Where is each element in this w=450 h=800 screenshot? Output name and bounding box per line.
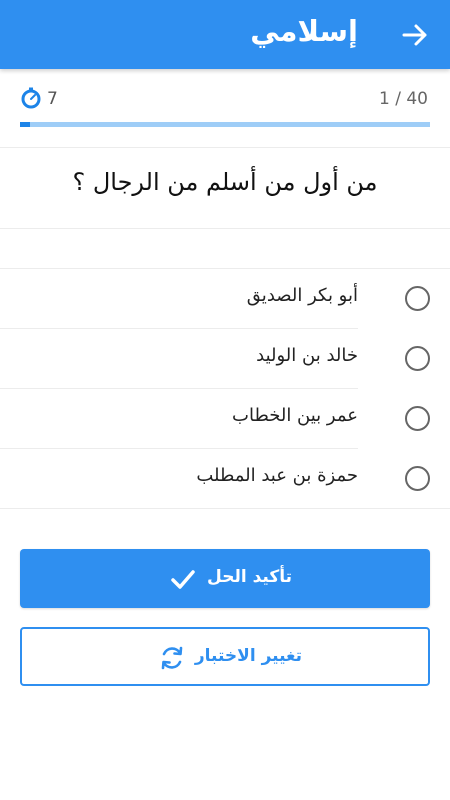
option-2[interactable]: خالد بن الوليد: [0, 329, 450, 389]
app-title: إسلامي: [250, 14, 358, 48]
divider: [0, 508, 450, 509]
checkmark-icon: [171, 570, 195, 589]
option-3[interactable]: عمر بين الخطاب: [0, 389, 450, 449]
stopwatch-icon: [21, 87, 41, 109]
divider: [0, 147, 450, 148]
confirm-answer-label: تأكيد الحل: [207, 567, 292, 587]
change-quiz-button[interactable]: تغيير الاختبار: [20, 627, 430, 686]
radio-button[interactable]: [405, 286, 430, 311]
app-bar: إسلامي: [0, 0, 450, 69]
radio-button[interactable]: [405, 346, 430, 371]
option-label: أبو بكر الصديق: [246, 285, 358, 306]
change-quiz-label: تغيير الاختبار: [194, 646, 302, 666]
option-4[interactable]: حمزة بن عبد المطلب: [0, 449, 450, 509]
option-label: عمر بين الخطاب: [232, 405, 358, 426]
arrow-right-icon[interactable]: [400, 20, 430, 50]
option-label: خالد بن الوليد: [256, 345, 358, 366]
progress-bar: [20, 122, 430, 127]
option-1[interactable]: أبو بكر الصديق: [0, 269, 450, 329]
divider: [0, 228, 450, 229]
confirm-answer-button[interactable]: تأكيد الحل: [20, 549, 430, 608]
question-counter: 1 / 40: [379, 89, 428, 109]
progress-area: 7 1 / 40: [0, 69, 450, 147]
timer-value: 7: [47, 89, 58, 109]
radio-button[interactable]: [405, 466, 430, 491]
option-label: حمزة بن عبد المطلب: [196, 465, 358, 486]
progress-bar-fill: [20, 122, 31, 127]
question-text: من أول من أسلم من الرجال ؟: [72, 168, 378, 196]
radio-button[interactable]: [405, 406, 430, 431]
refresh-icon: [161, 646, 183, 670]
